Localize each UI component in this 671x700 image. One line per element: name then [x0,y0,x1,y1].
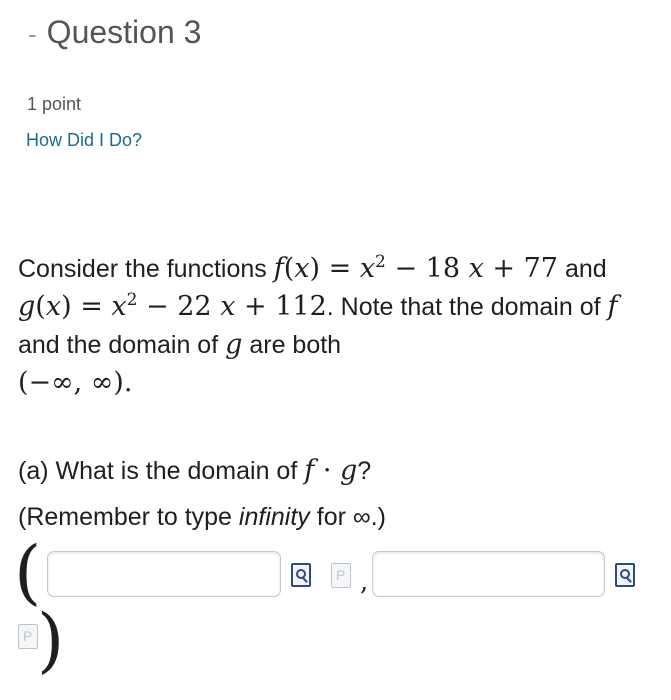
part-a-question: (a) What is the domain of f · g? [18,452,371,490]
f-definition: f(x) = x2 − 18 x + 77 [273,252,558,284]
collapse-toggle[interactable]: - [28,19,37,50]
problem-period: . [123,367,133,398]
question-title: Question 3 [46,14,202,50]
remember-emphasis: infinity [238,503,310,531]
remember-prefix: (Remember to type [18,503,239,531]
part-a-expression: f · g [304,455,358,486]
problem-text-5: are both [242,331,342,359]
remember-hint: (Remember to type infinity for ∞.) [18,498,386,536]
f-symbol: f [607,291,618,322]
part-a-suffix: ? [357,457,372,485]
problem-statement: Consider the functions f(x) = x2 − 18 x … [18,250,648,402]
problem-text-4: and the domain of [18,331,226,359]
question-header: - Question 3 [28,14,201,51]
points-label: 1 point [27,94,82,114]
preview-icon[interactable] [615,563,635,587]
part-a-prefix: (a) What is the domain of [18,457,305,485]
domain-interval: (−∞, ∞) [18,367,124,398]
problem-text-3: . Note that the domain of [326,293,608,321]
domain-upper-input[interactable] [372,551,605,597]
problem-text-1: Consider the functions [18,255,274,283]
g-definition: g(x) = x2 − 22 x + 112 [18,290,327,322]
g-symbol: g [225,329,243,360]
right-parenthesis: ) [37,599,65,681]
problem-text-2: and [558,255,607,283]
domain-lower-input[interactable] [47,551,281,597]
remember-suffix: for ∞.) [309,503,386,531]
formula-editor-icon[interactable] [18,624,38,649]
how-did-i-do-link[interactable]: How Did I Do? [26,130,142,151]
interval-comma: , [360,567,369,597]
preview-icon[interactable] [291,563,311,587]
formula-editor-icon[interactable] [331,563,351,588]
